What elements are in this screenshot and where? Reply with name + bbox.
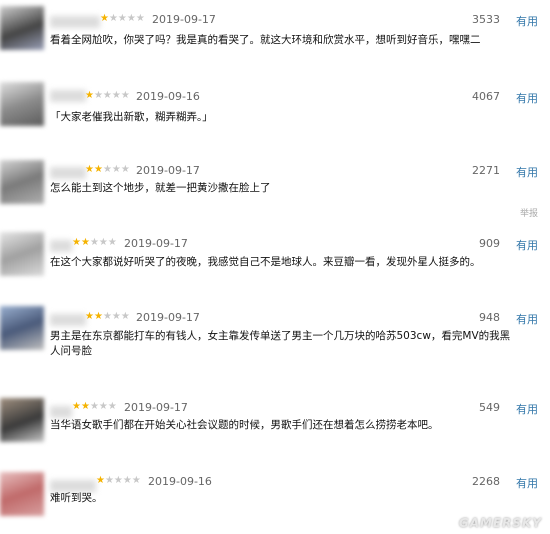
username[interactable] [50, 406, 72, 418]
vote-count: 909 [479, 237, 500, 250]
review-text: 男主是在东京都能打车的有钱人，女主靠发传单送了男主一个几万块的哈苏503cw，看… [50, 330, 511, 357]
username[interactable] [50, 240, 72, 252]
rating-stars: ★★★★★ [72, 237, 117, 248]
rating-stars: ★★★★★ [96, 475, 141, 486]
review-date: 2019-09-17 [152, 13, 216, 26]
useful-button[interactable]: 有用 [516, 401, 538, 417]
useful-button[interactable]: 有用 [516, 164, 538, 180]
useful-button[interactable]: 有用 [516, 311, 538, 327]
avatar[interactable] [0, 398, 44, 442]
rating-stars: ★★★★★ [85, 311, 130, 322]
report-link[interactable]: 举报 [520, 206, 538, 219]
vote-count: 549 [479, 401, 500, 414]
vote-count: 3533 [472, 13, 500, 26]
review-text: 怎么能土到这个地步，就差一把黄沙撒在脸上了 [50, 182, 271, 194]
review-date: 2019-09-17 [136, 164, 200, 177]
review-date: 2019-09-17 [136, 311, 200, 324]
review-text: 在这个大家都说好听哭了的夜晚，我感觉自己不是地球人。来豆瓣一看，发现外星人挺多的… [50, 256, 481, 268]
review-date: 2019-09-16 [136, 90, 200, 103]
review-text: 当华语女歌手们都在开始关心社会议题的时候，男歌手们还在想着怎么捞捞老本吧。 [50, 419, 439, 431]
review-text: 看着全网尬吹，你哭了吗？我是真的看哭了。就这大环境和欣赏水平，想听到好音乐，嘿嘿… [50, 34, 481, 46]
review-date: 2019-09-17 [124, 237, 188, 250]
review-date: 2019-09-17 [124, 401, 188, 414]
useful-button[interactable]: 有用 [516, 13, 538, 29]
avatar[interactable] [0, 306, 44, 350]
rating-stars: ★★★★★ [72, 401, 117, 412]
useful-button[interactable]: 有用 [516, 237, 538, 253]
watermark-logo: GAMERSKY [458, 516, 542, 530]
avatar[interactable] [0, 160, 44, 204]
avatar[interactable] [0, 82, 44, 126]
useful-button[interactable]: 有用 [516, 90, 538, 106]
vote-count: 948 [479, 311, 500, 324]
vote-count: 2268 [472, 475, 500, 488]
avatar[interactable] [0, 6, 44, 50]
rating-stars: ★★★★★ [85, 90, 130, 101]
avatar[interactable] [0, 232, 44, 276]
review-text: 难听到哭。 [50, 492, 103, 504]
useful-button[interactable]: 有用 [516, 475, 538, 491]
avatar[interactable] [0, 472, 44, 516]
username[interactable] [50, 167, 86, 179]
username[interactable] [50, 314, 86, 326]
review-date: 2019-09-16 [148, 475, 212, 488]
vote-count: 2271 [472, 164, 500, 177]
username[interactable] [50, 90, 86, 102]
rating-stars: ★★★★★ [85, 164, 130, 175]
username[interactable] [50, 16, 100, 28]
vote-count: 4067 [472, 90, 500, 103]
rating-stars: ★★★★★ [100, 13, 145, 24]
review-text: 「大家老催我出新歌，糊弄糊弄。」 [50, 111, 213, 123]
